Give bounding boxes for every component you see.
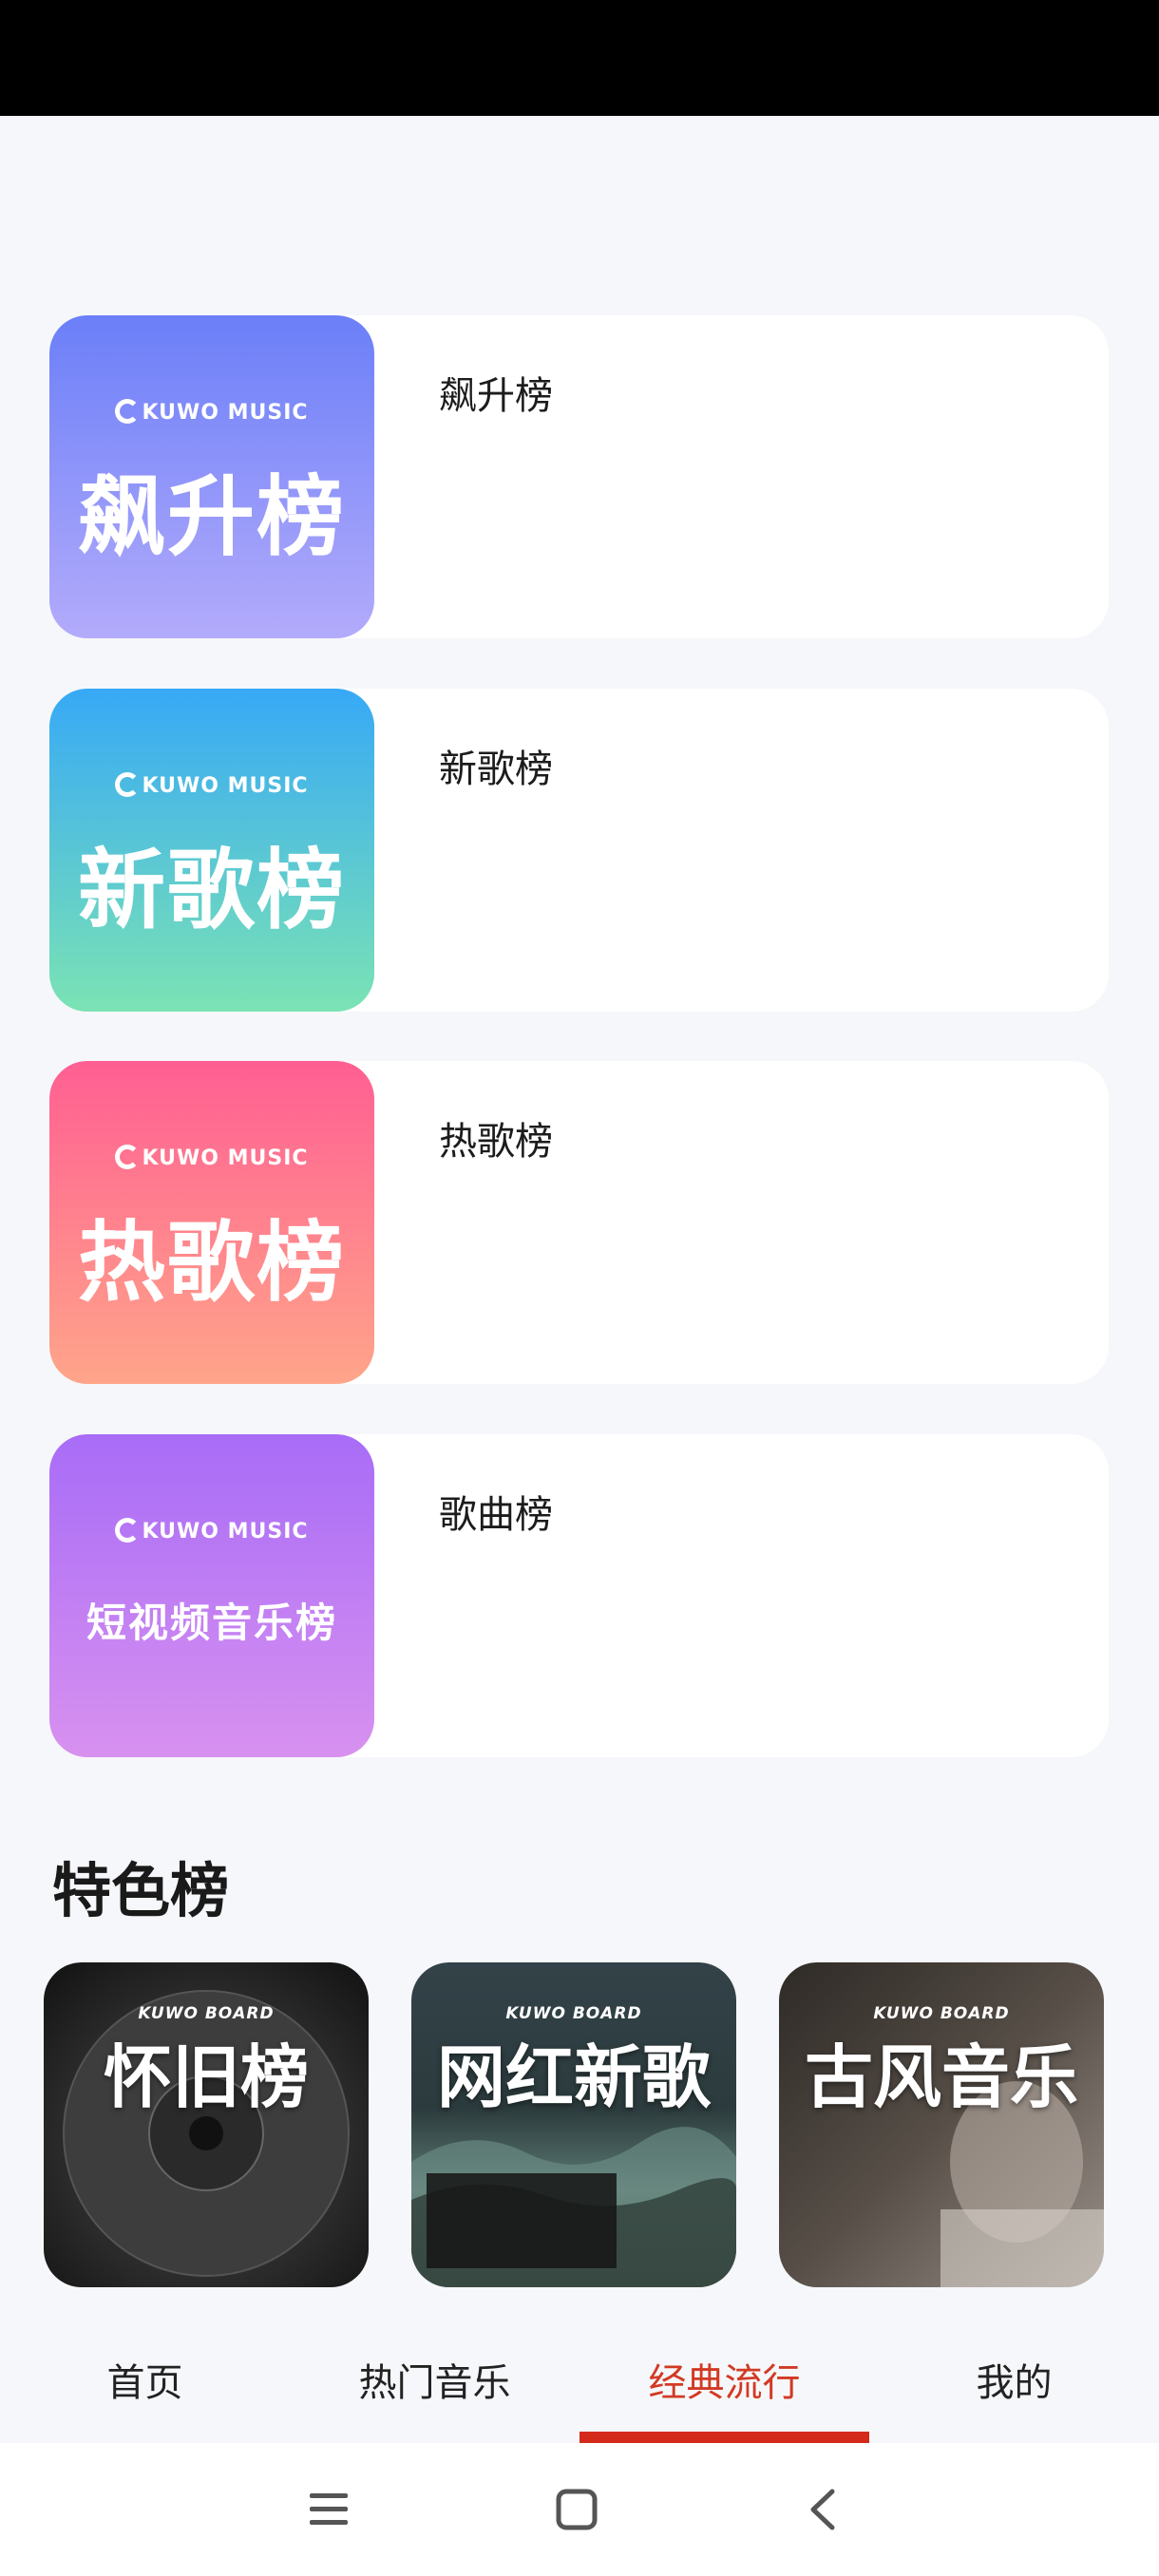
rank-card-soaring[interactable]: KUWO MUSIC 飙升榜 飙升榜 [49,315,1109,638]
cover-title: 飙升榜 [77,466,346,568]
feature-card-nostalgia[interactable]: KUWO BOARD 怀旧榜 [44,1962,369,2287]
kuwo-logo: KUWO MUSIC [49,1518,374,1544]
back-chevron-icon[interactable] [800,2486,847,2533]
kuwo-board-logo: KUWO BOARD [138,2004,275,2023]
nav-tab-home[interactable]: 首页 [0,2318,290,2443]
rank-card-songs[interactable]: KUWO MUSIC 短视频音乐榜 歌曲榜 [49,1434,1109,1757]
system-nav-bar [0,2443,1159,2576]
rank-cover-image: KUWO MUSIC 飙升榜 [49,315,374,638]
nav-tab-hot-music[interactable]: 热门音乐 [290,2318,580,2443]
cover-title: 短视频音乐榜 [86,1600,337,1646]
menu-icon[interactable] [306,2486,353,2533]
section-title: 特色榜 [52,1856,230,1925]
status-bar [0,0,1159,116]
kuwo-logo: KUWO MUSIC [49,1145,374,1170]
feature-card-internet-hits[interactable]: KUWO BOARD 网红新歌 [411,1962,736,2287]
feature-card-ancient-style[interactable]: KUWO BOARD 古风音乐 [779,1962,1104,2287]
rank-name: 新歌榜 [439,748,553,791]
feature-title: 网红新歌 [436,2037,711,2117]
kuwo-logo: KUWO MUSIC [49,399,374,425]
kuwo-logo: KUWO MUSIC [49,772,374,798]
nav-tab-classic-pop[interactable]: 经典流行 [580,2318,869,2443]
feature-title: 古风音乐 [804,2037,1078,2117]
cover-title: 新歌榜 [77,840,346,941]
rank-card-new-songs[interactable]: KUWO MUSIC 新歌榜 新歌榜 [49,689,1109,1012]
rank-cover-image: KUWO MUSIC 短视频音乐榜 [49,1434,374,1757]
rank-name: 热歌榜 [439,1120,553,1164]
kuwo-board-logo: KUWO BOARD [505,2004,642,2023]
nav-tab-mine[interactable]: 我的 [869,2318,1159,2443]
rank-name: 歌曲榜 [439,1493,553,1537]
feature-title: 怀旧榜 [103,2037,309,2117]
rank-card-hot-songs[interactable]: KUWO MUSIC 热歌榜 热歌榜 [49,1061,1109,1384]
bottom-nav: 首页 热门音乐 经典流行 我的 [0,2318,1159,2443]
home-square-icon[interactable] [553,2486,600,2533]
rank-cover-image: KUWO MUSIC 新歌榜 [49,689,374,1012]
rank-name: 飙升榜 [439,374,553,418]
cover-title: 热歌榜 [77,1212,346,1314]
rank-cover-image: KUWO MUSIC 热歌榜 [49,1061,374,1384]
active-tab-indicator [580,2432,869,2443]
kuwo-board-logo: KUWO BOARD [873,2004,1010,2023]
